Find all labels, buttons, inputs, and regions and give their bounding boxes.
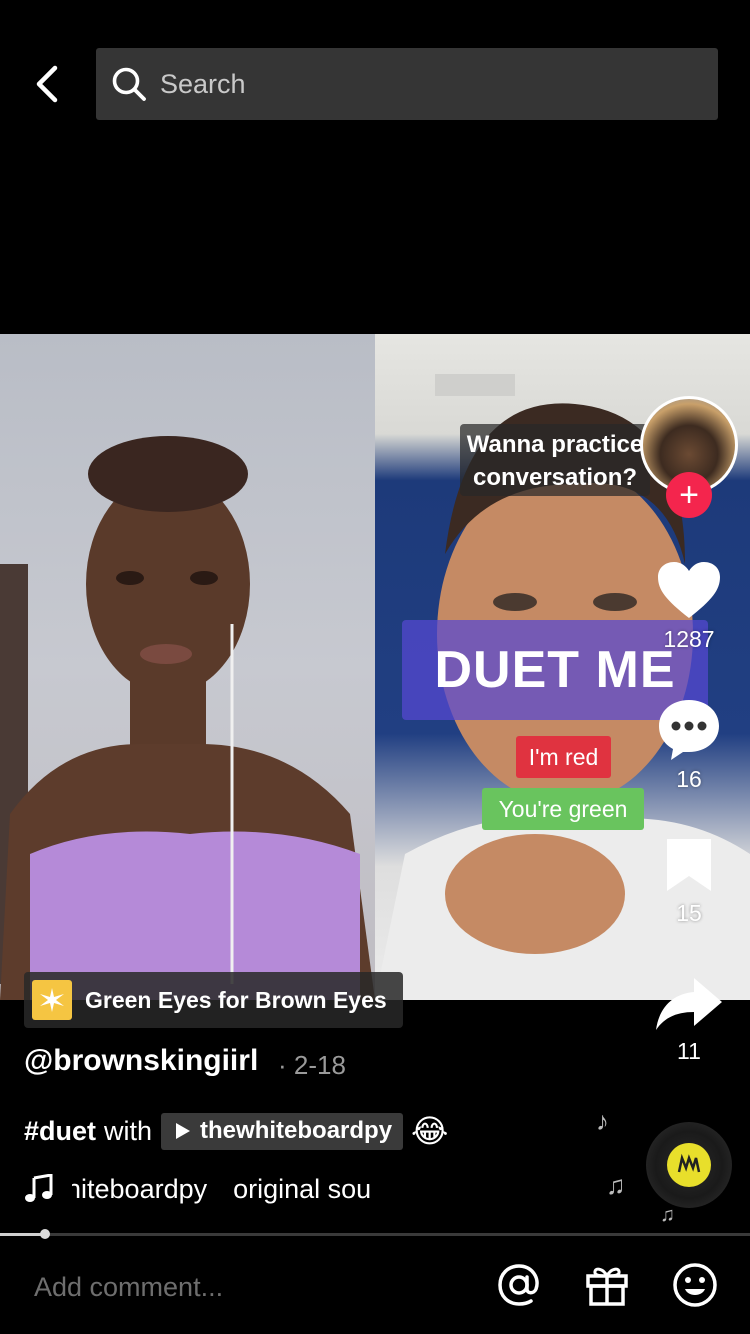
follow-button[interactable]: + [666,472,712,518]
floating-note-icon: ♪ [596,1106,609,1136]
save-button[interactable]: 15 [649,836,729,927]
search-icon [112,67,146,101]
effect-chip[interactable]: Green Eyes for Brown Eyes [24,972,403,1028]
share-count: 11 [677,1038,701,1064]
person-left-illustration [0,436,375,1000]
gift-button[interactable] [582,1260,632,1310]
mention-button[interactable] [494,1260,544,1310]
comment-input[interactable] [34,1264,464,1310]
caption: #duet with thewhiteboardpy 😂 [24,1112,448,1150]
comment-button[interactable]: 16 [649,698,729,793]
username[interactable]: @brownskingiirl [24,1044,258,1078]
heart-icon [658,562,720,618]
effect-label: Green Eyes for Brown Eyes [85,986,387,1013]
hashtag-link[interactable]: #duet [24,1116,96,1147]
post-date: · 2-18 [278,1050,346,1080]
bookmark-icon [667,839,711,891]
share-button[interactable]: 11 [649,976,729,1065]
music-text-part1: hiteboardpy [72,1174,208,1204]
chat-bubble-caption: Wanna practice conversation? [460,424,650,496]
duet-user-chip[interactable]: thewhiteboardpy [161,1112,404,1150]
search-bar[interactable] [96,48,718,120]
left-video-pane [0,334,375,1000]
comment-count: 16 [676,766,702,792]
smiley-icon [673,1263,717,1307]
comment-bar [0,1240,750,1334]
at-sign-icon [498,1264,539,1306]
sound-cover-icon [667,1143,711,1187]
save-count: 15 [676,900,702,926]
music-title-marquee: hiteboardpy original sou [72,1170,408,1208]
red-tag-caption: I'm red [516,736,611,778]
video-progress-fill [0,1233,45,1236]
like-count: 1287 [663,626,715,652]
search-input[interactable] [160,68,680,100]
music-note-icon [25,1174,53,1202]
green-tag-caption: You're green [482,788,644,830]
chevron-left-icon [36,65,58,103]
emoji-button[interactable] [670,1260,720,1310]
gift-icon [586,1267,628,1306]
video-progress-track[interactable] [0,1233,750,1236]
back-button[interactable] [22,60,70,108]
duet-user-name: thewhiteboardpy [200,1117,393,1144]
video-progress-handle[interactable] [40,1229,50,1239]
share-arrow-icon [656,978,722,1030]
like-button[interactable]: 1287 [649,560,729,653]
floating-note-icon: ♫ [606,1170,626,1200]
laughing-emoji: 😂 [411,1113,449,1149]
sparkle-icon [32,980,72,1020]
plus-icon: + [679,476,699,514]
music-row[interactable]: hiteboardpy original sou [24,1170,408,1208]
floating-note-icon: ♫ [660,1204,675,1226]
play-icon [176,1123,191,1139]
music-text-part2: original sou [233,1174,372,1204]
music-disc-button[interactable] [646,1122,732,1208]
caption-with-text: with [104,1115,153,1146]
comment-bubble-icon [659,700,719,760]
